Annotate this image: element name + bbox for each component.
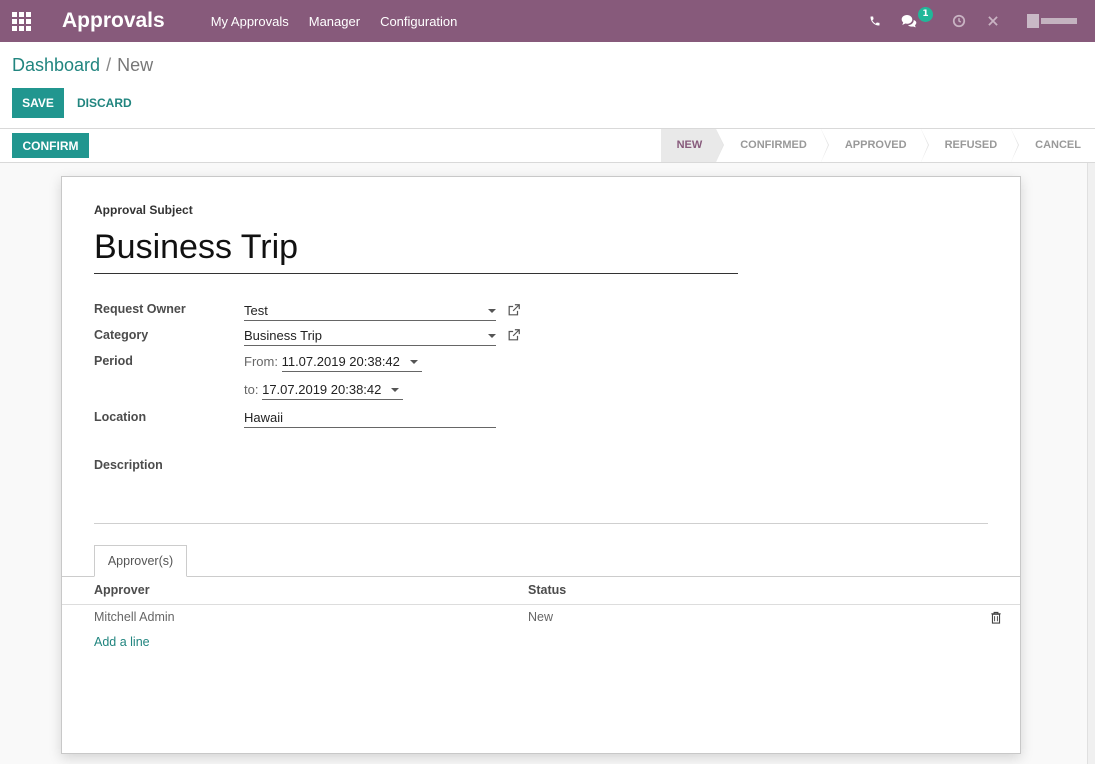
location-value: Hawaii [244, 410, 284, 425]
stage-confirmed[interactable]: CONFIRMED [716, 129, 829, 162]
request-owner-value: Test [244, 303, 268, 318]
period-to-input[interactable]: 17.07.2019 20:38:42 [262, 380, 404, 400]
category-select[interactable]: Business Trip [244, 326, 496, 346]
stage-new[interactable]: NEW [660, 129, 724, 162]
table-header-line [62, 604, 1020, 605]
category-label: Category [94, 328, 149, 342]
close-icon[interactable] [983, 11, 1003, 31]
period-from-value: 11.07.2019 20:38:42 [281, 354, 400, 369]
column-header-status[interactable]: Status [528, 583, 566, 597]
add-a-line-link[interactable]: Add a line [94, 635, 150, 649]
period-to-row: to: 17.07.2019 20:38:42 [244, 380, 404, 400]
approver-cell[interactable]: Mitchell Admin [94, 610, 175, 624]
location-input[interactable]: Hawaii [244, 408, 496, 428]
stage-refused[interactable]: REFUSED [921, 129, 1019, 162]
status-cell[interactable]: New [528, 610, 553, 624]
description-label: Description [94, 458, 163, 472]
apps-menu-icon[interactable] [0, 0, 42, 42]
breadcrumb: Dashboard / New [12, 55, 153, 76]
discard-button[interactable]: DISCARD [77, 88, 132, 118]
menu-my-approvals[interactable]: My Approvals [211, 14, 289, 29]
confirm-button[interactable]: CONFIRM [12, 133, 89, 158]
external-link-icon[interactable] [507, 303, 521, 317]
approval-subject-label: Approval Subject [94, 203, 193, 217]
request-owner-select[interactable]: Test [244, 301, 496, 321]
clock-icon[interactable] [949, 11, 969, 31]
menu-configuration[interactable]: Configuration [380, 14, 457, 29]
column-header-approver[interactable]: Approver [94, 583, 150, 597]
breadcrumb-current: New [117, 55, 154, 75]
period-from-row: From: 11.07.2019 20:38:42 [244, 352, 422, 372]
period-from-label: From: [244, 354, 278, 369]
user-avatar[interactable] [1027, 11, 1087, 31]
period-to-value: 17.07.2019 20:38:42 [262, 382, 382, 397]
messages-badge: 1 [918, 7, 933, 22]
external-link-icon[interactable] [507, 328, 521, 342]
form-statusbar: CONFIRM NEW CONFIRMED APPROVED REFUSED C… [0, 129, 1095, 163]
period-from-input[interactable]: 11.07.2019 20:38:42 [281, 352, 422, 372]
section-divider [94, 523, 988, 524]
chevron-down-icon[interactable] [488, 309, 496, 313]
form-sheet: Approval Subject Business Trip Request O… [61, 176, 1021, 754]
chevron-down-icon[interactable] [409, 360, 418, 364]
tab-underline [62, 576, 1020, 577]
category-value: Business Trip [244, 328, 323, 343]
menu-manager[interactable]: Manager [309, 14, 360, 29]
stage-approved[interactable]: APPROVED [821, 129, 929, 162]
period-label: Period [94, 354, 133, 368]
breadcrumb-dashboard[interactable]: Dashboard [12, 55, 100, 75]
control-panel: Dashboard / New SAVE DISCARD [0, 42, 1095, 129]
app-title: Approvals [62, 9, 165, 32]
request-owner-label: Request Owner [94, 302, 186, 316]
chevron-down-icon[interactable] [391, 388, 400, 392]
chat-icon[interactable]: 1 [899, 7, 933, 31]
approval-subject-input[interactable]: Business Trip [94, 225, 738, 274]
stage-pipeline: NEW CONFIRMED APPROVED REFUSED CANCEL [660, 129, 1095, 162]
trash-icon[interactable] [990, 611, 1002, 624]
stage-cancel[interactable]: CANCEL [1011, 129, 1095, 162]
location-label: Location [94, 410, 147, 424]
breadcrumb-separator: / [106, 55, 112, 75]
period-to-label: to: [244, 382, 259, 397]
top-navbar: Approvals My Approvals Manager Configura… [0, 0, 1095, 42]
phone-icon[interactable] [865, 11, 885, 31]
save-button[interactable]: SAVE [12, 88, 64, 118]
chevron-down-icon[interactable] [488, 334, 496, 338]
tab-approvers[interactable]: Approver(s) [94, 545, 187, 577]
scrollbar[interactable] [1087, 163, 1095, 764]
